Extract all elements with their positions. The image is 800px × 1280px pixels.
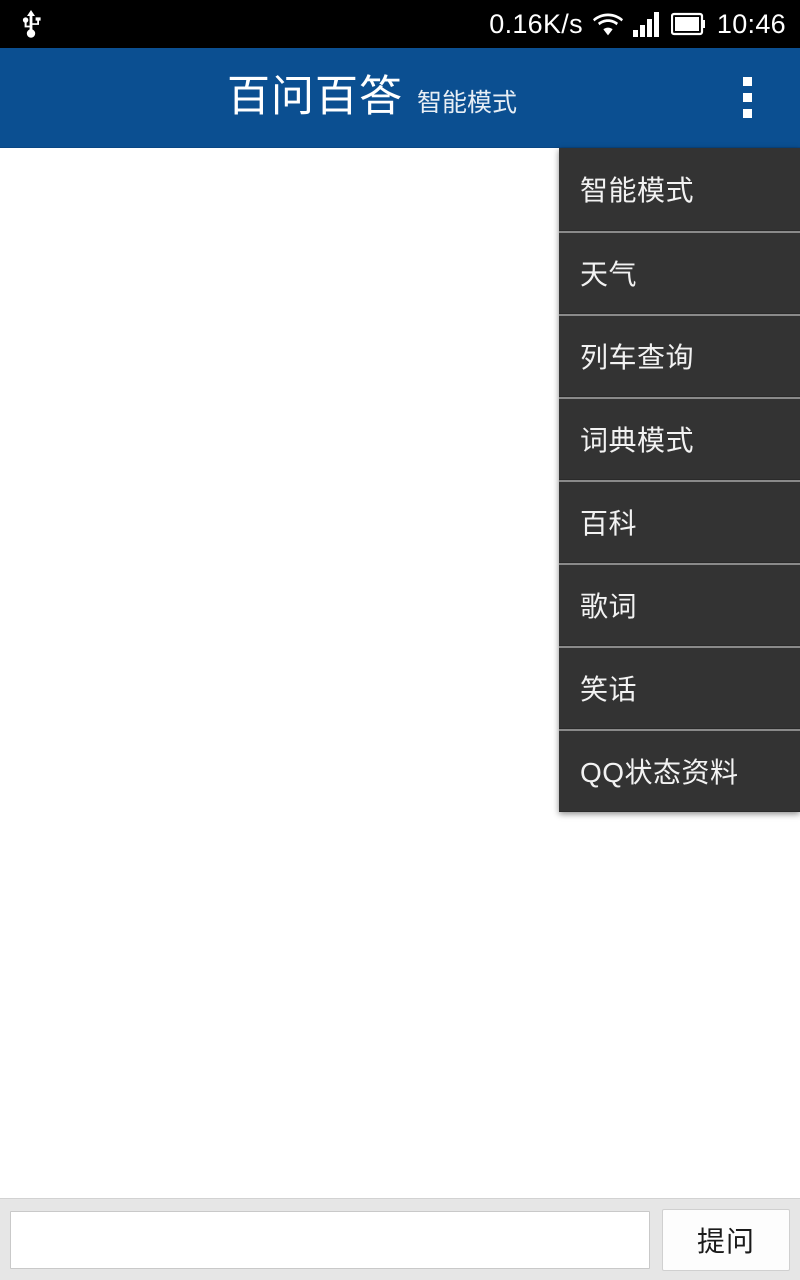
network-speed-text: 0.16K/s bbox=[489, 8, 583, 39]
question-input[interactable] bbox=[10, 1210, 650, 1269]
signal-bars-icon bbox=[632, 11, 661, 37]
overflow-menu-icon[interactable] bbox=[704, 48, 790, 148]
app-screen: 0.16K/s 10:46 百问百答 智能模式 智能模式 天气 列车查询 词典模… bbox=[0, 0, 800, 1280]
menu-item-dictionary-mode[interactable]: 词典模式 bbox=[559, 397, 800, 480]
menu-item-lyrics[interactable]: 歌词 bbox=[559, 563, 800, 646]
page-title: 百问百答 bbox=[226, 73, 403, 121]
menu-item-label: 笑话 bbox=[580, 674, 638, 705]
overflow-dropdown-menu: 智能模式 天气 列车查询 词典模式 百科 歌词 笑话 QQ状态资料 bbox=[559, 148, 800, 812]
menu-item-label: QQ状态资料 bbox=[580, 757, 739, 788]
ask-button[interactable]: 提问 bbox=[662, 1208, 790, 1271]
menu-item-label: 词典模式 bbox=[580, 425, 695, 456]
menu-item-label: 百科 bbox=[580, 508, 638, 539]
title-group: 百问百答 智能模式 bbox=[0, 76, 704, 119]
status-bar-right: 0.16K/s 10:46 bbox=[489, 9, 800, 40]
overflow-dot-1 bbox=[742, 77, 752, 86]
menu-item-train-query[interactable]: 列车查询 bbox=[559, 314, 800, 397]
menu-item-smart-mode[interactable]: 智能模式 bbox=[559, 148, 800, 231]
menu-item-label: 天气 bbox=[580, 259, 638, 290]
wifi-icon bbox=[592, 11, 623, 37]
status-bar-clock: 10:46 bbox=[716, 8, 786, 39]
status-bar: 0.16K/s 10:46 bbox=[0, 0, 800, 48]
usb-icon bbox=[18, 10, 44, 38]
menu-item-encyclopedia[interactable]: 百科 bbox=[559, 480, 800, 563]
menu-item-weather[interactable]: 天气 bbox=[559, 231, 800, 314]
menu-item-label: 智能模式 bbox=[580, 175, 695, 206]
bottom-input-bar: 提问 bbox=[0, 1198, 800, 1280]
action-bar: 百问百答 智能模式 bbox=[0, 48, 800, 148]
page-subtitle: 智能模式 bbox=[416, 89, 517, 117]
menu-item-jokes[interactable]: 笑话 bbox=[559, 646, 800, 729]
battery-icon bbox=[670, 11, 705, 37]
menu-item-qq-status[interactable]: QQ状态资料 bbox=[559, 729, 800, 812]
overflow-dot-3 bbox=[742, 109, 752, 118]
menu-item-label: 列车查询 bbox=[580, 342, 695, 373]
status-bar-left bbox=[0, 10, 44, 38]
menu-item-label: 歌词 bbox=[580, 591, 638, 622]
overflow-dot-2 bbox=[742, 93, 752, 102]
